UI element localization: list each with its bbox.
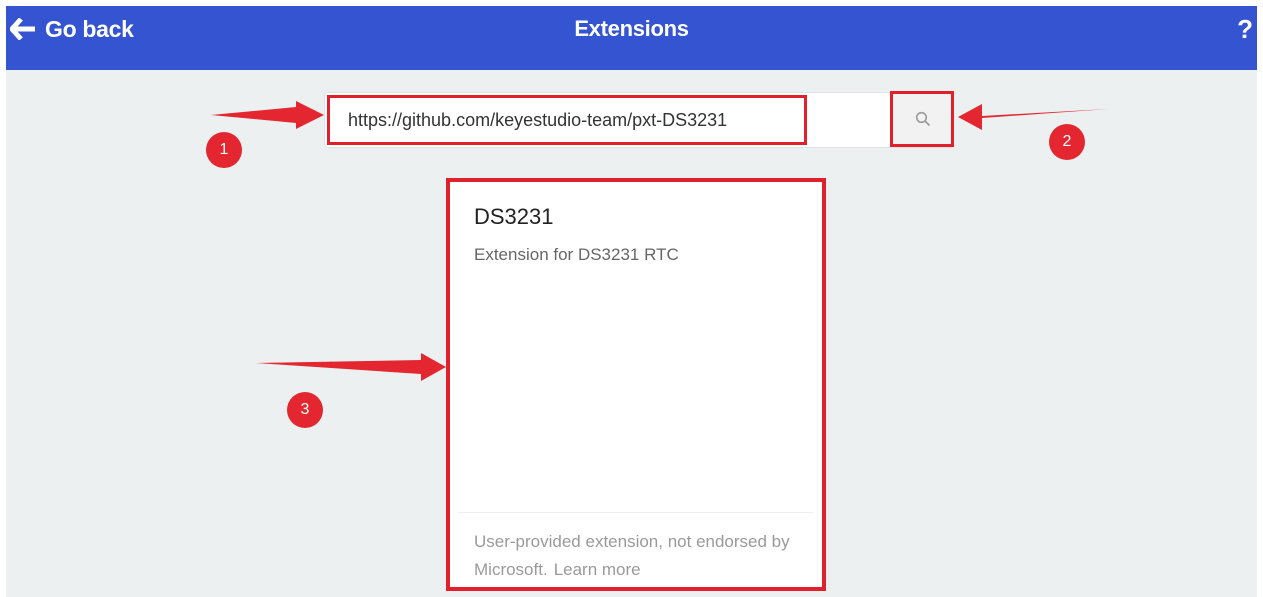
arrow-2 xyxy=(958,104,1108,130)
search-input[interactable] xyxy=(327,95,807,145)
header-bar: Go back Extensions ? xyxy=(6,6,1257,70)
page-title: Extensions xyxy=(574,16,689,41)
annotation-badge-2: 2 xyxy=(1049,124,1085,160)
search-icon xyxy=(915,111,931,127)
help-icon[interactable]: ? xyxy=(1237,14,1253,45)
annotation-badge-1: 1 xyxy=(206,132,242,168)
extension-card[interactable]: DS3231 Extension for DS3231 RTC User-pro… xyxy=(446,178,826,591)
card-divider xyxy=(458,512,814,513)
arrow-1 xyxy=(211,101,324,129)
search-button[interactable] xyxy=(892,94,954,146)
extension-description: Extension for DS3231 RTC xyxy=(474,245,679,264)
arrow-3 xyxy=(256,353,446,381)
extensions-dialog: Go back Extensions ? DS3231 Extension fo… xyxy=(6,6,1257,597)
extension-title: DS3231 xyxy=(474,204,554,229)
learn-more-link[interactable]: Learn more xyxy=(554,560,641,579)
search-bar xyxy=(324,92,954,148)
card-footer: User-provided extension, not endorsed by… xyxy=(474,528,814,584)
annotation-badge-3: 3 xyxy=(287,392,323,428)
